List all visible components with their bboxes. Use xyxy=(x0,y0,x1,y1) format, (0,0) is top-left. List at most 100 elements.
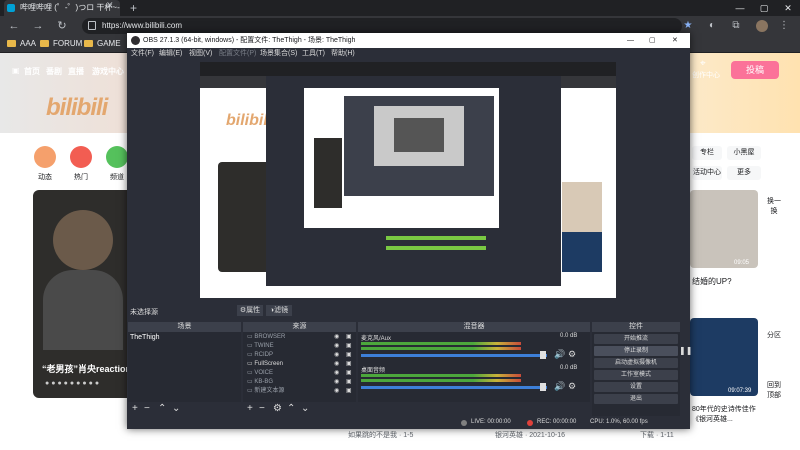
scenes-list[interactable]: TheThigh xyxy=(128,332,241,402)
forward-icon[interactable]: → xyxy=(30,16,46,36)
creator-center-link[interactable]: 创作中心 xyxy=(692,70,720,80)
nav-game[interactable]: 游戏中心 xyxy=(92,66,124,77)
video-thumbnail-right-2[interactable] xyxy=(690,318,758,396)
obs-menu-scenecollection[interactable]: 场景集合(S) xyxy=(260,48,297,60)
bookmark-item[interactable]: AAA xyxy=(8,36,36,52)
obs-logo-icon xyxy=(131,36,140,45)
category-hot-icon[interactable] xyxy=(70,146,92,168)
bookmark-item[interactable]: FORUM xyxy=(41,36,82,52)
add-icon[interactable]: + xyxy=(247,402,253,416)
obs-close-icon[interactable]: ✕ xyxy=(672,33,678,48)
volume-slider-handle[interactable] xyxy=(540,351,546,359)
star-icon[interactable]: ★ xyxy=(682,20,694,32)
settings-icon[interactable]: ⚙ xyxy=(273,402,282,416)
sources-header: 来源 xyxy=(243,322,356,332)
properties-button[interactable]: ⚙属性 xyxy=(237,305,263,316)
source-item[interactable]: ▭ 新建文本源 xyxy=(247,387,284,395)
move-up-icon[interactable]: ⌃ xyxy=(158,402,166,416)
category-channel-icon[interactable] xyxy=(106,146,128,168)
minimize-icon[interactable]: — xyxy=(728,0,752,16)
preview-thumbnail xyxy=(562,232,602,272)
obs-statusbar: LIVE: 00:00:00 REC: 00:00:00 CPU: 1.0%, … xyxy=(127,416,690,429)
remove-icon[interactable]: − xyxy=(259,402,265,416)
bookmark-item[interactable]: GAME xyxy=(85,36,121,52)
nav-bangumi[interactable]: 番剧 xyxy=(46,66,62,77)
footer-item[interactable]: 如果跳的不是我 · 1-5 xyxy=(348,430,413,440)
pause-icon[interactable]: ❚❚ xyxy=(679,346,692,355)
settings-button[interactable]: 设置 xyxy=(594,382,678,392)
virtual-camera-button[interactable]: 启动虚拟摄像机 xyxy=(594,358,678,368)
maximize-icon[interactable]: ▢ xyxy=(752,0,776,16)
tab-close-icon[interactable]: ✕ xyxy=(106,0,114,11)
obs-preview[interactable]: bilibili xyxy=(200,62,616,298)
obs-menu-view[interactable]: 视图(V) xyxy=(189,48,212,60)
visibility-eye-icon[interactable]: ◉ ◉ ◉ ◉ ◉ ◉ ◉ xyxy=(334,333,339,396)
move-down-icon[interactable]: ⌄ xyxy=(172,402,180,416)
new-tab-icon[interactable]: + xyxy=(130,1,137,15)
browser-tab[interactable]: 哔哩哔哩 (゜-゜)つロ 干杯~-bili xyxy=(4,0,120,16)
source-item[interactable]: ▭ TWINE xyxy=(247,342,274,350)
video-title-right[interactable]: 结婚的UP? xyxy=(692,276,732,287)
track-settings-icon[interactable]: ⚙ xyxy=(568,349,576,360)
nav-live[interactable]: 直播 xyxy=(68,66,84,77)
video-thumbnail-right[interactable] xyxy=(690,190,758,268)
footer-item[interactable]: 银河英雄 · 2021-10-16 xyxy=(495,430,565,440)
zones-tool[interactable]: 分区 xyxy=(764,330,784,340)
close-window-icon[interactable]: ✕ xyxy=(776,0,800,16)
move-up-icon[interactable]: ⌃ xyxy=(287,402,295,416)
bilibili-logo[interactable]: bilibili xyxy=(46,94,108,122)
puzzle-icon[interactable]: ⧉ xyxy=(730,20,742,32)
obs-maximize-icon[interactable]: ▢ xyxy=(649,33,656,48)
audio-meter xyxy=(361,347,521,350)
move-down-icon[interactable]: ⌄ xyxy=(301,402,309,416)
nav-home[interactable]: 首页 xyxy=(24,66,40,77)
video-thumbnail xyxy=(53,210,113,270)
source-item[interactable]: ▭ VOICE xyxy=(247,369,273,377)
source-item[interactable]: ▭ RCIDP xyxy=(247,351,273,359)
featured-video-title[interactable]: “老男孩”肖央reaction xyxy=(42,362,131,375)
extension-icon[interactable]: ◐ xyxy=(706,20,718,32)
exit-button[interactable]: 退出 xyxy=(594,394,678,404)
pill-blacklist[interactable]: 小黑屋 xyxy=(727,146,761,160)
lock-toggle-icon[interactable]: ▣ ▣ ▣ ▣ ▣ ▣ ▣ xyxy=(346,333,352,396)
volume-slider[interactable] xyxy=(361,354,547,357)
track-settings-icon[interactable]: ⚙ xyxy=(568,381,576,392)
back-to-top-tool[interactable]: 回到顶部 xyxy=(764,380,784,400)
video-title-right-2[interactable]: 80年代的史诗传佳作《银河英雄... xyxy=(692,404,764,424)
remove-icon[interactable]: − xyxy=(144,402,150,416)
scene-item[interactable]: TheThigh xyxy=(130,334,160,341)
obs-menu-help[interactable]: 帮助(H) xyxy=(331,48,355,60)
address-bar[interactable]: https://www.bilibili.com xyxy=(82,18,682,34)
refresh-tool[interactable]: 换一换 xyxy=(764,196,784,216)
obs-minimize-icon[interactable]: — xyxy=(627,33,634,48)
pill-column[interactable]: 专栏 xyxy=(692,146,722,160)
obs-menu-profile[interactable]: 配置文件(P) xyxy=(219,48,256,60)
footer-item[interactable]: 下载 · 1-11 xyxy=(640,430,674,440)
source-item[interactable]: ▭ FullScreen xyxy=(247,360,283,368)
source-item[interactable]: ▭ KB-BG xyxy=(247,378,273,386)
obs-menu-file[interactable]: 文件(F) xyxy=(131,48,154,60)
back-icon[interactable]: ← xyxy=(6,16,22,36)
volume-slider[interactable] xyxy=(361,386,547,389)
volume-slider-handle[interactable] xyxy=(540,383,546,391)
lock-icon[interactable] xyxy=(88,21,96,30)
studio-mode-button[interactable]: 工作室模式 xyxy=(594,370,678,380)
category-dynamic-icon[interactable] xyxy=(34,146,56,168)
filters-button[interactable]: ◑滤镜 xyxy=(266,305,292,316)
add-icon[interactable]: + xyxy=(132,402,138,416)
profile-avatar[interactable] xyxy=(756,20,768,32)
url-text: https://www.bilibili.com xyxy=(102,21,183,30)
stop-recording-button[interactable]: 停止录制 xyxy=(594,346,678,356)
reload-icon[interactable]: ↻ xyxy=(54,16,70,36)
carousel-dots[interactable]: ●●●●●●●●● xyxy=(45,380,101,387)
start-streaming-button[interactable]: 开始推流 xyxy=(594,334,678,344)
pill-more[interactable]: 更多 xyxy=(727,166,761,180)
obs-menu-edit[interactable]: 编辑(E) xyxy=(159,48,182,60)
speaker-icon[interactable]: 🔊 xyxy=(554,349,565,360)
upload-button[interactable]: 投稿 xyxy=(731,61,779,79)
pill-activity[interactable]: 活动中心 xyxy=(692,166,722,180)
obs-menu-tools[interactable]: 工具(T) xyxy=(302,48,325,60)
menu-icon[interactable]: ⋮ xyxy=(778,20,790,32)
source-item[interactable]: ▭ BROWSER xyxy=(247,333,285,341)
speaker-icon[interactable]: 🔊 xyxy=(554,381,565,392)
